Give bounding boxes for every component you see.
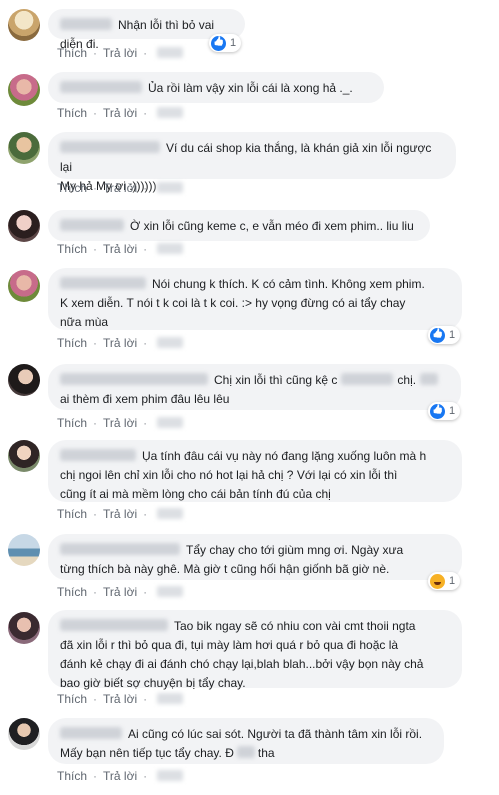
comment-bubble: Ai cũng có lúc sai sót. Người ta đã thàn… xyxy=(48,718,444,764)
like-button[interactable]: Thích xyxy=(57,507,87,521)
comment-text-line2: ai thèm đi xem phim đâu lêu lêu xyxy=(60,392,230,406)
comment-bubble: Ờ xin lỗi cũng keme c, e vẫn méo đi xem … xyxy=(48,210,430,241)
comment-actions: Thích · Trả lời · xyxy=(57,46,184,60)
avatar[interactable] xyxy=(8,132,40,164)
author-name[interactable] xyxy=(60,81,142,93)
like-button[interactable]: Thích xyxy=(57,242,87,256)
like-button[interactable]: Thích xyxy=(57,181,87,195)
comment-text-line1: Nói chung k thích. K có cảm tình. Không … xyxy=(152,277,425,291)
timestamp[interactable] xyxy=(157,182,184,193)
avatar[interactable] xyxy=(8,440,40,472)
timestamp[interactable] xyxy=(157,243,184,254)
like-button[interactable]: Thích xyxy=(57,336,87,350)
comment-text-line4: bao giờ biết sợ chuyện bị tẩy chay. xyxy=(60,676,246,690)
reply-button[interactable]: Trả lời xyxy=(103,507,137,521)
comment-actions: Thích · Trả lời · xyxy=(57,507,184,521)
comment-actions: Thích · Trả lời · xyxy=(57,106,184,120)
reaction-count[interactable]: 1 xyxy=(428,326,461,344)
avatar[interactable] xyxy=(8,210,40,242)
timestamp[interactable] xyxy=(157,508,184,519)
reply-button[interactable]: Trả lời xyxy=(103,181,137,195)
comment-bubble: Ủa rồi làm vậy xin lỗi cái là xong hả ._… xyxy=(48,72,384,103)
author-name[interactable] xyxy=(60,219,124,231)
haha-reaction-icon xyxy=(430,573,445,589)
avatar[interactable] xyxy=(8,534,40,566)
reaction-count[interactable]: 1 xyxy=(428,572,461,590)
comment-actions: Thích · Trả lời · xyxy=(57,769,184,783)
comment-bubble: Ví du cái shop kia thắng, là khán giả xi… xyxy=(48,132,456,193)
timestamp[interactable] xyxy=(157,586,184,597)
comment-text-a: Chị xin lỗi thì cũng kệ c xyxy=(214,373,338,387)
avatar[interactable] xyxy=(8,612,40,644)
reply-button[interactable]: Trả lời xyxy=(103,585,137,599)
timestamp[interactable] xyxy=(157,337,184,348)
author-name[interactable] xyxy=(60,141,160,153)
comment-text-line1: Ụa tính đâu cái vụ này nó đang lặng xuốn… xyxy=(142,449,427,463)
comment-actions: Thích · Trả lời · xyxy=(57,336,184,350)
comment-text-line2: Mấy bạn nên tiếp tục tẩy chay. Đ xyxy=(60,746,234,760)
avatar[interactable] xyxy=(8,364,40,396)
author-name[interactable] xyxy=(60,543,180,555)
reply-button[interactable]: Trả lời xyxy=(103,336,137,350)
like-button[interactable]: Thích xyxy=(57,46,87,60)
comment-text-line2: từng thích bà này ghê. Mà giờ t cũng hối… xyxy=(60,562,390,576)
like-button[interactable]: Thích xyxy=(57,585,87,599)
comment-actions: Thích · Trả lời · xyxy=(57,692,184,706)
timestamp[interactable] xyxy=(157,693,184,704)
comment-bubble: Tao bik ngay sẽ có nhiu con vài cmt thoi… xyxy=(48,610,462,690)
comment-text-line2: đã xin lỗi r thì bỏ qua đi, tụi mày làm … xyxy=(60,638,399,652)
comment-text-line3: đánh kẻ chạy đi ai đánh chó chạy lại,bla… xyxy=(60,657,424,671)
like-button[interactable]: Thích xyxy=(57,692,87,706)
author-name[interactable] xyxy=(60,373,208,385)
reply-button[interactable]: Trả lời xyxy=(103,769,137,783)
comment-text: Ủa rồi làm vậy xin lỗi cái là xong hả ._… xyxy=(148,81,353,95)
comment-bubble: Ụa tính đâu cái vụ này nó đang lặng xuốn… xyxy=(48,440,462,502)
reply-button[interactable]: Trả lời xyxy=(103,106,137,120)
avatar[interactable] xyxy=(8,9,40,41)
reply-button[interactable]: Trả lời xyxy=(103,692,137,706)
comment-text-line2: K xem diễn. T nói t k coi là t k coi. :>… xyxy=(60,296,406,310)
like-reaction-icon xyxy=(430,403,445,419)
avatar[interactable] xyxy=(8,74,40,106)
redacted-text xyxy=(236,746,255,758)
comment-actions: Thích · Trả lời · xyxy=(57,416,184,430)
comment-actions: Thích · Trả lời · xyxy=(57,585,184,599)
reply-button[interactable]: Trả lời xyxy=(103,242,137,256)
reply-button[interactable]: Trả lời xyxy=(103,46,137,60)
timestamp[interactable] xyxy=(157,107,184,118)
reply-button[interactable]: Trả lời xyxy=(103,416,137,430)
comment-thread: Nhận lỗi thì bỏ vai diễn đi. 1 Thích·Trả… xyxy=(0,0,499,795)
comment-text: Ờ xin lỗi cũng keme c, e vẫn méo đi xem … xyxy=(130,219,414,233)
like-button[interactable]: Thích xyxy=(57,106,87,120)
comment-text-line3: cũng ít ai mà mềm lòng cho cái bản tính … xyxy=(60,487,331,501)
timestamp[interactable] xyxy=(157,770,184,781)
comment-text-line2: chị ngoi lên chỉ xin lỗi cho nó hot lại … xyxy=(60,468,398,482)
like-reaction-icon xyxy=(211,35,226,51)
author-name[interactable] xyxy=(60,18,112,30)
comment-text-line1: Tao bik ngay sẽ có nhiu con vài cmt thoi… xyxy=(174,619,416,633)
reaction-count[interactable]: 1 xyxy=(428,402,461,420)
comment-text-line3: nữa mùa xyxy=(60,315,109,329)
avatar[interactable] xyxy=(8,270,40,302)
comment-actions: Thích · Trả lời · xyxy=(57,242,184,256)
like-button[interactable]: Thích xyxy=(57,769,87,783)
author-name[interactable] xyxy=(60,727,122,739)
redacted-text xyxy=(341,373,394,385)
author-name[interactable] xyxy=(60,449,136,461)
like-reaction-icon xyxy=(430,327,445,343)
reaction-count[interactable]: 1 xyxy=(209,34,242,52)
comment-text-line1: Ai cũng có lúc sai sót. Người ta đã thàn… xyxy=(128,727,423,741)
comment-bubble: Tẩy chay cho tới giùm mng ơi. Ngày xưa t… xyxy=(48,534,462,580)
redacted-text xyxy=(420,373,439,385)
like-button[interactable]: Thích xyxy=(57,416,87,430)
comment-actions: Thích · Trả lời · xyxy=(57,181,184,195)
author-name[interactable] xyxy=(60,619,168,631)
comment-bubble: Nói chung k thích. K có cảm tình. Không … xyxy=(48,268,462,330)
timestamp[interactable] xyxy=(157,417,184,428)
timestamp[interactable] xyxy=(157,47,184,58)
comment-text-line1: Tẩy chay cho tới giùm mng ơi. Ngày xưa xyxy=(186,543,404,557)
avatar[interactable] xyxy=(8,718,40,750)
author-name[interactable] xyxy=(60,277,146,289)
comment-bubble: Chị xin lỗi thì cũng kệ c chị. ai thèm đi… xyxy=(48,364,461,410)
